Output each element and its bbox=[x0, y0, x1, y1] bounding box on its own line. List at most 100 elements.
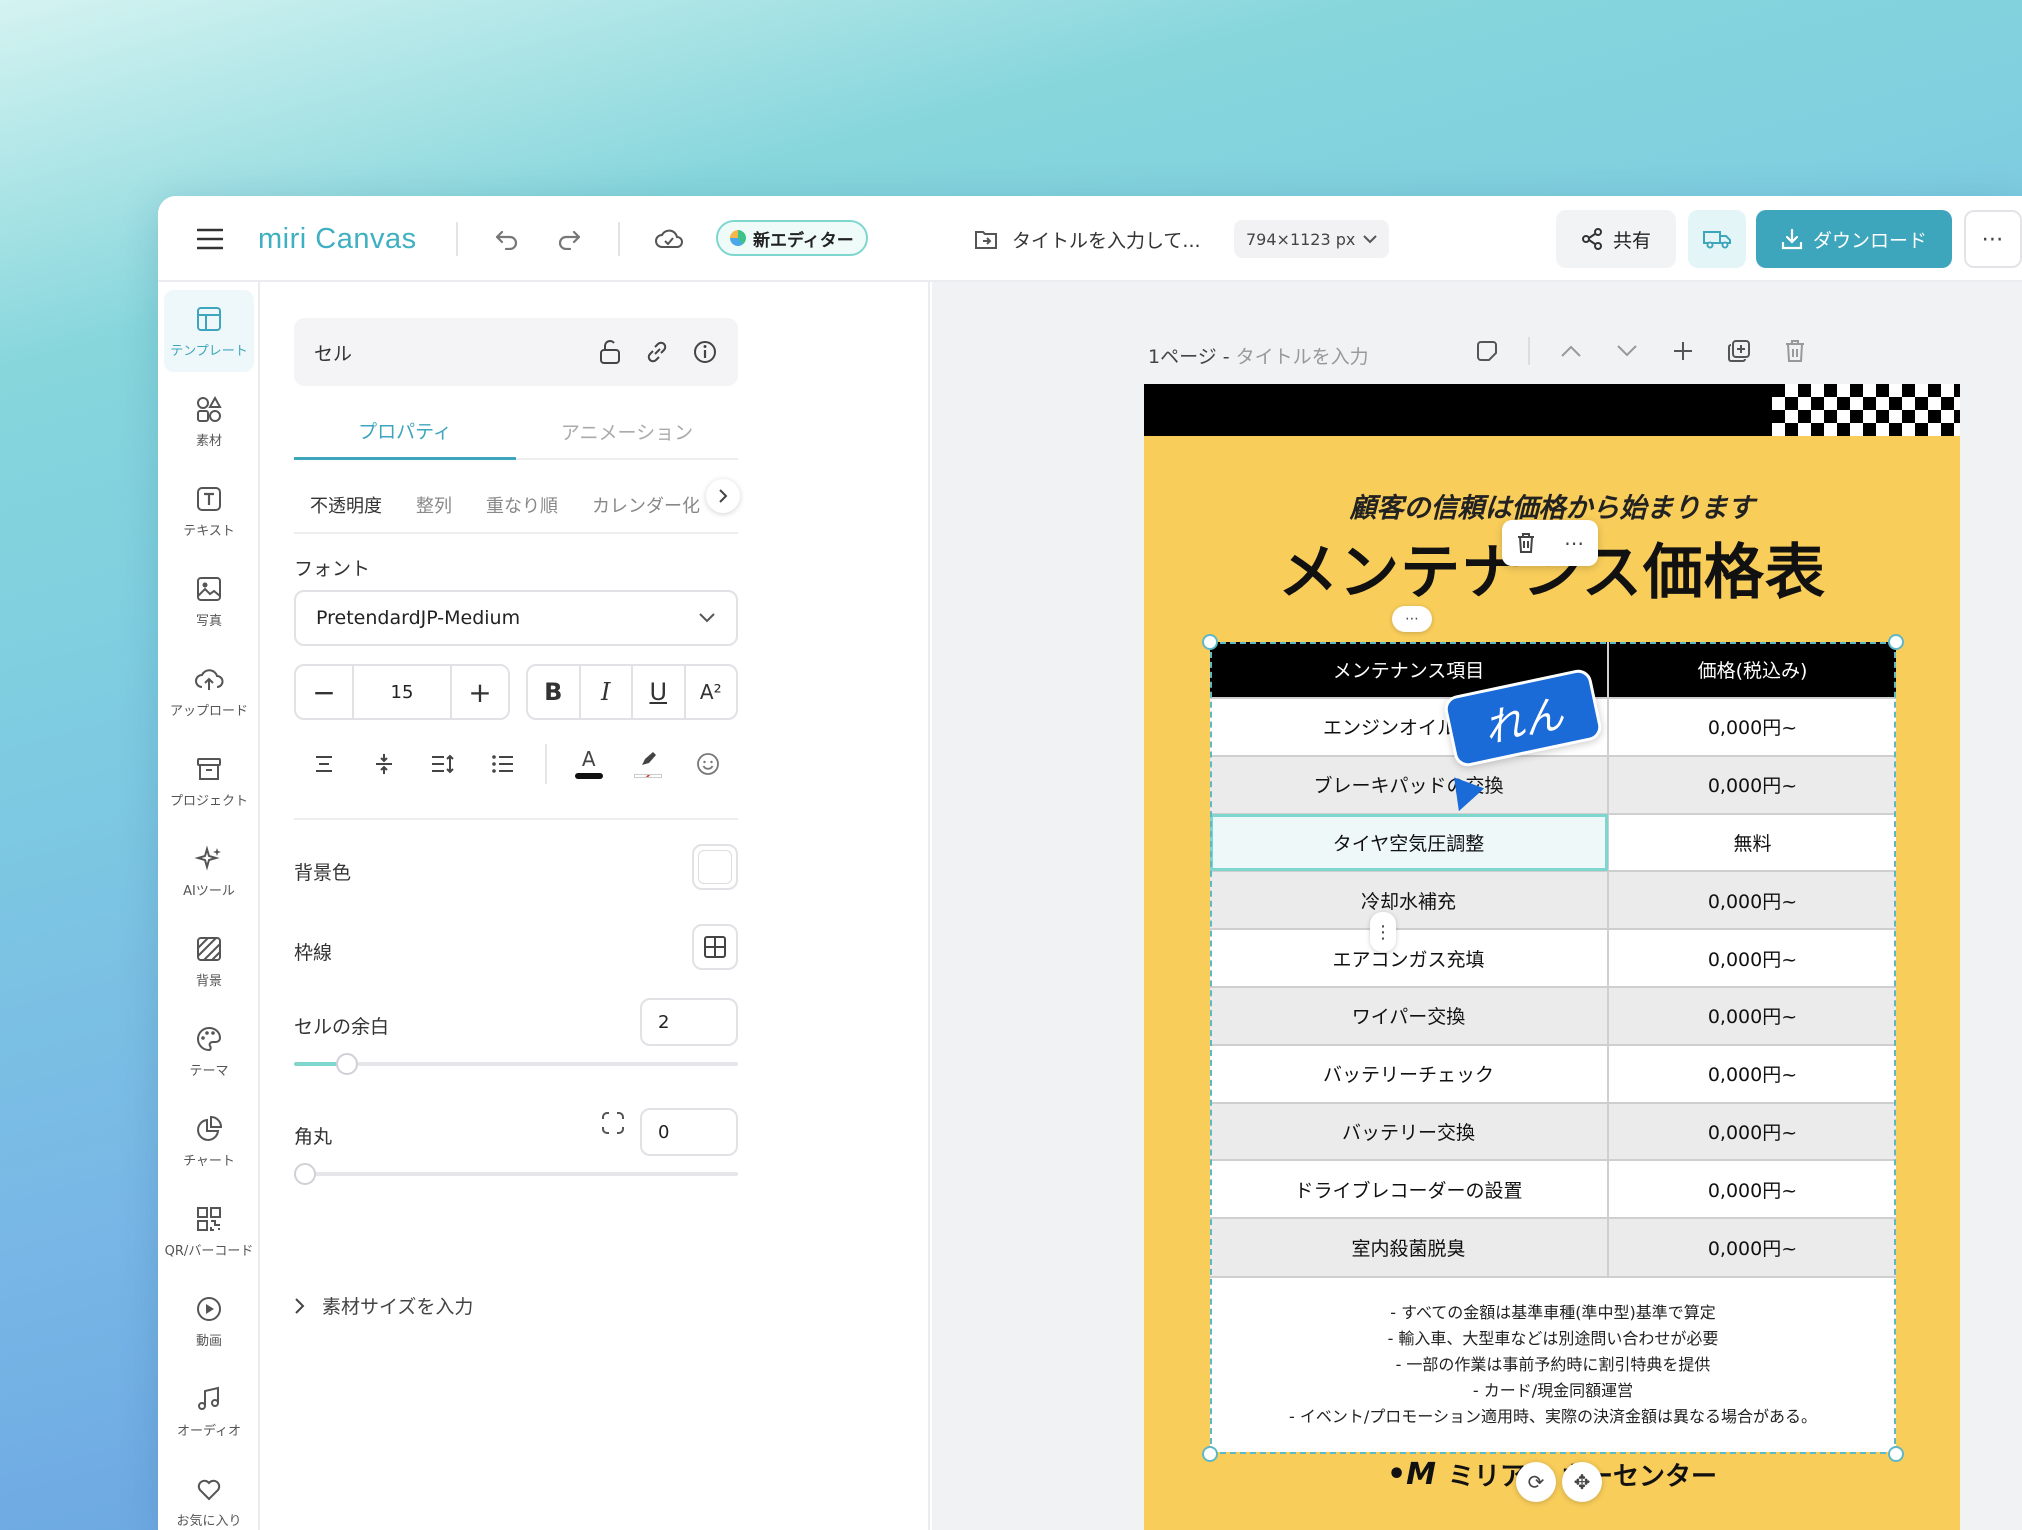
download-button[interactable]: ダウンロード bbox=[1756, 210, 1952, 268]
corner-radius-slider[interactable] bbox=[294, 1163, 738, 1185]
font-family-select[interactable]: PretendardJP-Medium bbox=[294, 590, 738, 646]
table-header-cell[interactable]: 価格(税込み) bbox=[1608, 642, 1896, 698]
border-grid-button[interactable] bbox=[692, 924, 738, 970]
tab-animation[interactable]: アニメーション bbox=[516, 404, 738, 460]
ai-sparkle-icon bbox=[194, 844, 221, 871]
item-cell[interactable]: 室内殺菌脱臭 bbox=[1210, 1217, 1609, 1276]
app-logo[interactable]: miri Canvas bbox=[258, 216, 417, 262]
font-size-input[interactable]: 15 bbox=[352, 666, 452, 718]
item-cell[interactable]: バッテリー交換 bbox=[1210, 1101, 1609, 1161]
item-cell[interactable]: バッテリーチェック bbox=[1210, 1043, 1609, 1103]
price-cell[interactable]: 無料 bbox=[1608, 812, 1896, 872]
subtab-align[interactable]: 整列 bbox=[416, 492, 452, 518]
canvas-size-dropdown[interactable]: 794×1123 px bbox=[1234, 220, 1390, 258]
subtabs-next-button[interactable] bbox=[706, 479, 740, 513]
print-order-button[interactable] bbox=[1688, 210, 1746, 268]
italic-icon[interactable]: I bbox=[581, 666, 633, 718]
hamburger-menu-icon[interactable] bbox=[192, 221, 228, 257]
rail-item-photo[interactable]: 写真 bbox=[164, 560, 254, 642]
notes-cell[interactable]: - すべての金額は基準車種(準中型)基準で算定 - 輸入車、大型車などは別途問い… bbox=[1210, 1275, 1896, 1452]
element-size-toggle[interactable]: 素材サイズを入力 bbox=[294, 1292, 473, 1319]
rail-item-audio[interactable]: オーディオ bbox=[164, 1370, 254, 1452]
rail-item-qr[interactable]: QR/バーコード bbox=[164, 1190, 254, 1272]
share-button[interactable]: 共有 bbox=[1556, 210, 1676, 268]
add-page-icon[interactable] bbox=[1668, 336, 1698, 366]
resize-handle-top-right[interactable] bbox=[1888, 634, 1904, 650]
page-title-input[interactable]: タイトルを入力 bbox=[1236, 346, 1369, 368]
subtab-opacity[interactable]: 不透明度 bbox=[310, 492, 382, 518]
price-cell[interactable]: 0,000円~ bbox=[1608, 985, 1896, 1045]
highlight-color-icon[interactable] bbox=[619, 739, 679, 789]
page-up-icon[interactable] bbox=[1556, 336, 1586, 366]
item-cell[interactable]: エアコンガス充填 bbox=[1210, 928, 1609, 987]
rail-item-favorites[interactable]: お気に入り bbox=[164, 1460, 254, 1530]
new-editor-badge[interactable]: 新エディター bbox=[716, 220, 868, 256]
price-cell[interactable]: 0,000円~ bbox=[1608, 870, 1896, 930]
column-options-button[interactable]: ⋯ bbox=[1392, 606, 1432, 632]
cell-padding-input[interactable]: 2 bbox=[640, 998, 738, 1046]
font-size-decrease-button[interactable]: − bbox=[296, 666, 352, 718]
rail-item-video[interactable]: 動画 bbox=[164, 1280, 254, 1362]
rail-item-chart[interactable]: チャート bbox=[164, 1100, 254, 1182]
move-handle[interactable]: ✥ bbox=[1562, 1462, 1602, 1502]
tab-properties[interactable]: プロパティ bbox=[294, 404, 516, 460]
rail-item-template[interactable]: テンプレート bbox=[164, 290, 254, 372]
font-size-increase-button[interactable]: + bbox=[452, 666, 508, 718]
item-cell[interactable]: ワイパー交換 bbox=[1210, 985, 1609, 1045]
line-height-icon[interactable] bbox=[413, 739, 473, 789]
resize-handle-top-left[interactable] bbox=[1202, 634, 1218, 650]
page-down-icon[interactable] bbox=[1612, 336, 1642, 366]
corner-radius-slider-knob[interactable] bbox=[294, 1163, 316, 1185]
info-icon[interactable] bbox=[692, 339, 718, 365]
delete-page-icon[interactable] bbox=[1780, 336, 1810, 366]
price-cell[interactable]: 0,000円~ bbox=[1608, 928, 1896, 987]
price-table[interactable]: メンテナンス項目 価格(税込み) エンジンオイル交換 0,000円~ ブレーキパッド… bbox=[1210, 642, 1896, 1452]
item-cell[interactable]: タイヤ空気圧調整 bbox=[1210, 812, 1609, 872]
cell-padding-slider-knob[interactable] bbox=[336, 1053, 358, 1075]
trash-icon[interactable] bbox=[1516, 532, 1536, 554]
rail-item-theme[interactable]: テーマ bbox=[164, 1010, 254, 1092]
design-page[interactable]: 顧客の信頼は価格から始まります メンテナンス価格表 メンテナンス項目 価格(税込… bbox=[1144, 384, 1960, 1530]
corner-radius-input[interactable]: 0 bbox=[640, 1108, 738, 1156]
item-cell[interactable]: ドライブレコーダーの設置 bbox=[1210, 1159, 1609, 1219]
cell-padding-slider[interactable] bbox=[294, 1053, 738, 1075]
link-icon[interactable] bbox=[644, 339, 670, 365]
redo-icon[interactable] bbox=[550, 220, 588, 258]
page-note-icon[interactable] bbox=[1472, 336, 1502, 366]
price-cell[interactable]: 0,000円~ bbox=[1608, 1043, 1896, 1103]
rail-item-ai-tools[interactable]: AIツール bbox=[164, 830, 254, 912]
subtab-calendar[interactable]: カレンダー化 bbox=[592, 492, 700, 518]
duplicate-page-icon[interactable] bbox=[1724, 336, 1754, 366]
item-cell[interactable]: 冷却水補充 bbox=[1210, 870, 1609, 930]
cloud-save-icon[interactable] bbox=[650, 220, 688, 258]
align-center-icon[interactable] bbox=[294, 739, 354, 789]
unlock-icon[interactable] bbox=[598, 339, 622, 365]
corner-radius-icon[interactable] bbox=[598, 1108, 628, 1138]
underline-icon[interactable]: U bbox=[633, 666, 686, 718]
superscript-icon[interactable]: A² bbox=[686, 666, 737, 718]
bold-icon[interactable]: B bbox=[528, 666, 581, 718]
rail-item-background[interactable]: 背景 bbox=[164, 920, 254, 1002]
price-cell[interactable]: 0,000円~ bbox=[1608, 754, 1896, 814]
emoji-icon[interactable] bbox=[678, 739, 738, 789]
price-cell[interactable]: 0,000円~ bbox=[1608, 1217, 1896, 1276]
rotate-handle[interactable]: ⟳ bbox=[1516, 1462, 1556, 1502]
item-cell[interactable]: ブレーキパッドの交換 bbox=[1210, 754, 1609, 814]
bullet-list-icon[interactable] bbox=[473, 739, 533, 789]
rail-item-text[interactable]: テキスト bbox=[164, 470, 254, 552]
undo-icon[interactable] bbox=[488, 220, 526, 258]
rail-item-upload[interactable]: アップロード bbox=[164, 650, 254, 732]
vertical-align-icon[interactable] bbox=[354, 739, 414, 789]
price-cell[interactable]: 0,000円~ bbox=[1608, 697, 1896, 756]
more-options-button[interactable]: ⋯ bbox=[1964, 210, 2022, 268]
price-cell[interactable]: 0,000円~ bbox=[1608, 1159, 1896, 1219]
bg-color-swatch[interactable] bbox=[692, 844, 738, 890]
price-cell[interactable]: 0,000円~ bbox=[1608, 1101, 1896, 1161]
subtab-order[interactable]: 重なり順 bbox=[486, 492, 558, 518]
more-icon[interactable]: ⋯ bbox=[1564, 531, 1584, 555]
row-options-button[interactable]: ⋮ bbox=[1370, 912, 1396, 952]
rail-item-elements[interactable]: 素材 bbox=[164, 380, 254, 462]
rail-item-project[interactable]: プロジェクト bbox=[164, 740, 254, 822]
document-title-field[interactable]: タイトルを入力して... bbox=[974, 218, 1201, 260]
text-color-icon[interactable]: A bbox=[559, 739, 619, 789]
